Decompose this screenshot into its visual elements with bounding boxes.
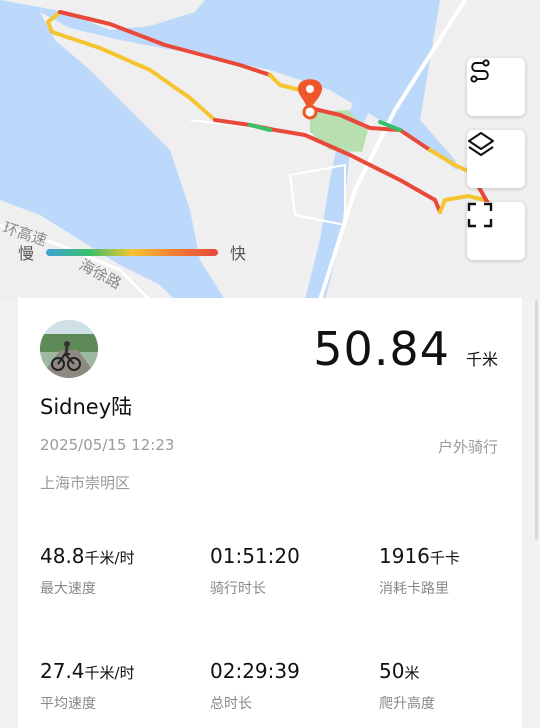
stat-value: 27.4 [40,659,85,683]
stat-unit: 米 [404,664,420,682]
layers-icon [468,132,494,156]
route-map[interactable]: 环高速 海徐路 慢 快 [0,0,540,300]
activity-datetime: 2025/05/15 12:23 [40,436,175,454]
avatar-photo [40,320,98,378]
avatar[interactable] [40,320,98,378]
stat-unit: 千米/时 [84,664,135,682]
distance-value: 50.84 [313,322,450,376]
stat-label: 最大速度 [40,581,96,597]
stat-label: 总时长 [210,696,252,712]
stat-label: 爬升高度 [379,696,435,712]
route-toggle-button[interactable] [467,58,525,116]
total-distance: 50.84 千米 [313,322,498,376]
scrollbar[interactable] [535,300,538,540]
stat-total-duration: 02:29:39 总时长 [210,659,300,713]
stat-avg-speed: 27.4千米/时 平均速度 [40,659,135,713]
fullscreen-button[interactable] [467,202,525,260]
stat-calories: 1916千卡 消耗卡路里 [379,544,460,598]
stat-label: 骑行时长 [210,581,266,597]
stat-value: 1916 [379,544,430,568]
stat-max-speed: 48.8千米/时 最大速度 [40,544,135,598]
activity-summary-card: 50.84 千米 Sidney陆 2025/05/15 12:23 户外骑行 上… [18,298,522,728]
route-icon [470,59,490,83]
legend-fast-label: 快 [230,244,247,263]
distance-unit: 千米 [465,350,498,369]
legend-slow-label: 慢 [18,244,35,263]
stat-value: 02:29:39 [210,659,300,683]
stat-unit: 千卡 [429,549,460,567]
stat-value: 01:51:20 [210,544,300,568]
speed-legend: 慢 快 [18,240,246,264]
stat-label: 消耗卡路里 [379,581,449,597]
fullscreen-icon [467,202,493,228]
user-name: Sidney陆 [40,395,133,419]
stat-elevation-gain: 50米 爬升高度 [379,659,435,713]
activity-type: 户外骑行 [437,438,498,456]
stat-unit: 千米/时 [84,549,135,567]
stat-ride-duration: 01:51:20 骑行时长 [210,544,300,598]
stat-value: 48.8 [40,544,85,568]
stat-label: 平均速度 [40,696,96,712]
speed-gradient-bar [46,248,219,256]
activity-location: 上海市崇明区 [40,474,131,492]
stat-value: 50 [379,659,405,683]
map-layers-button[interactable] [467,130,525,188]
